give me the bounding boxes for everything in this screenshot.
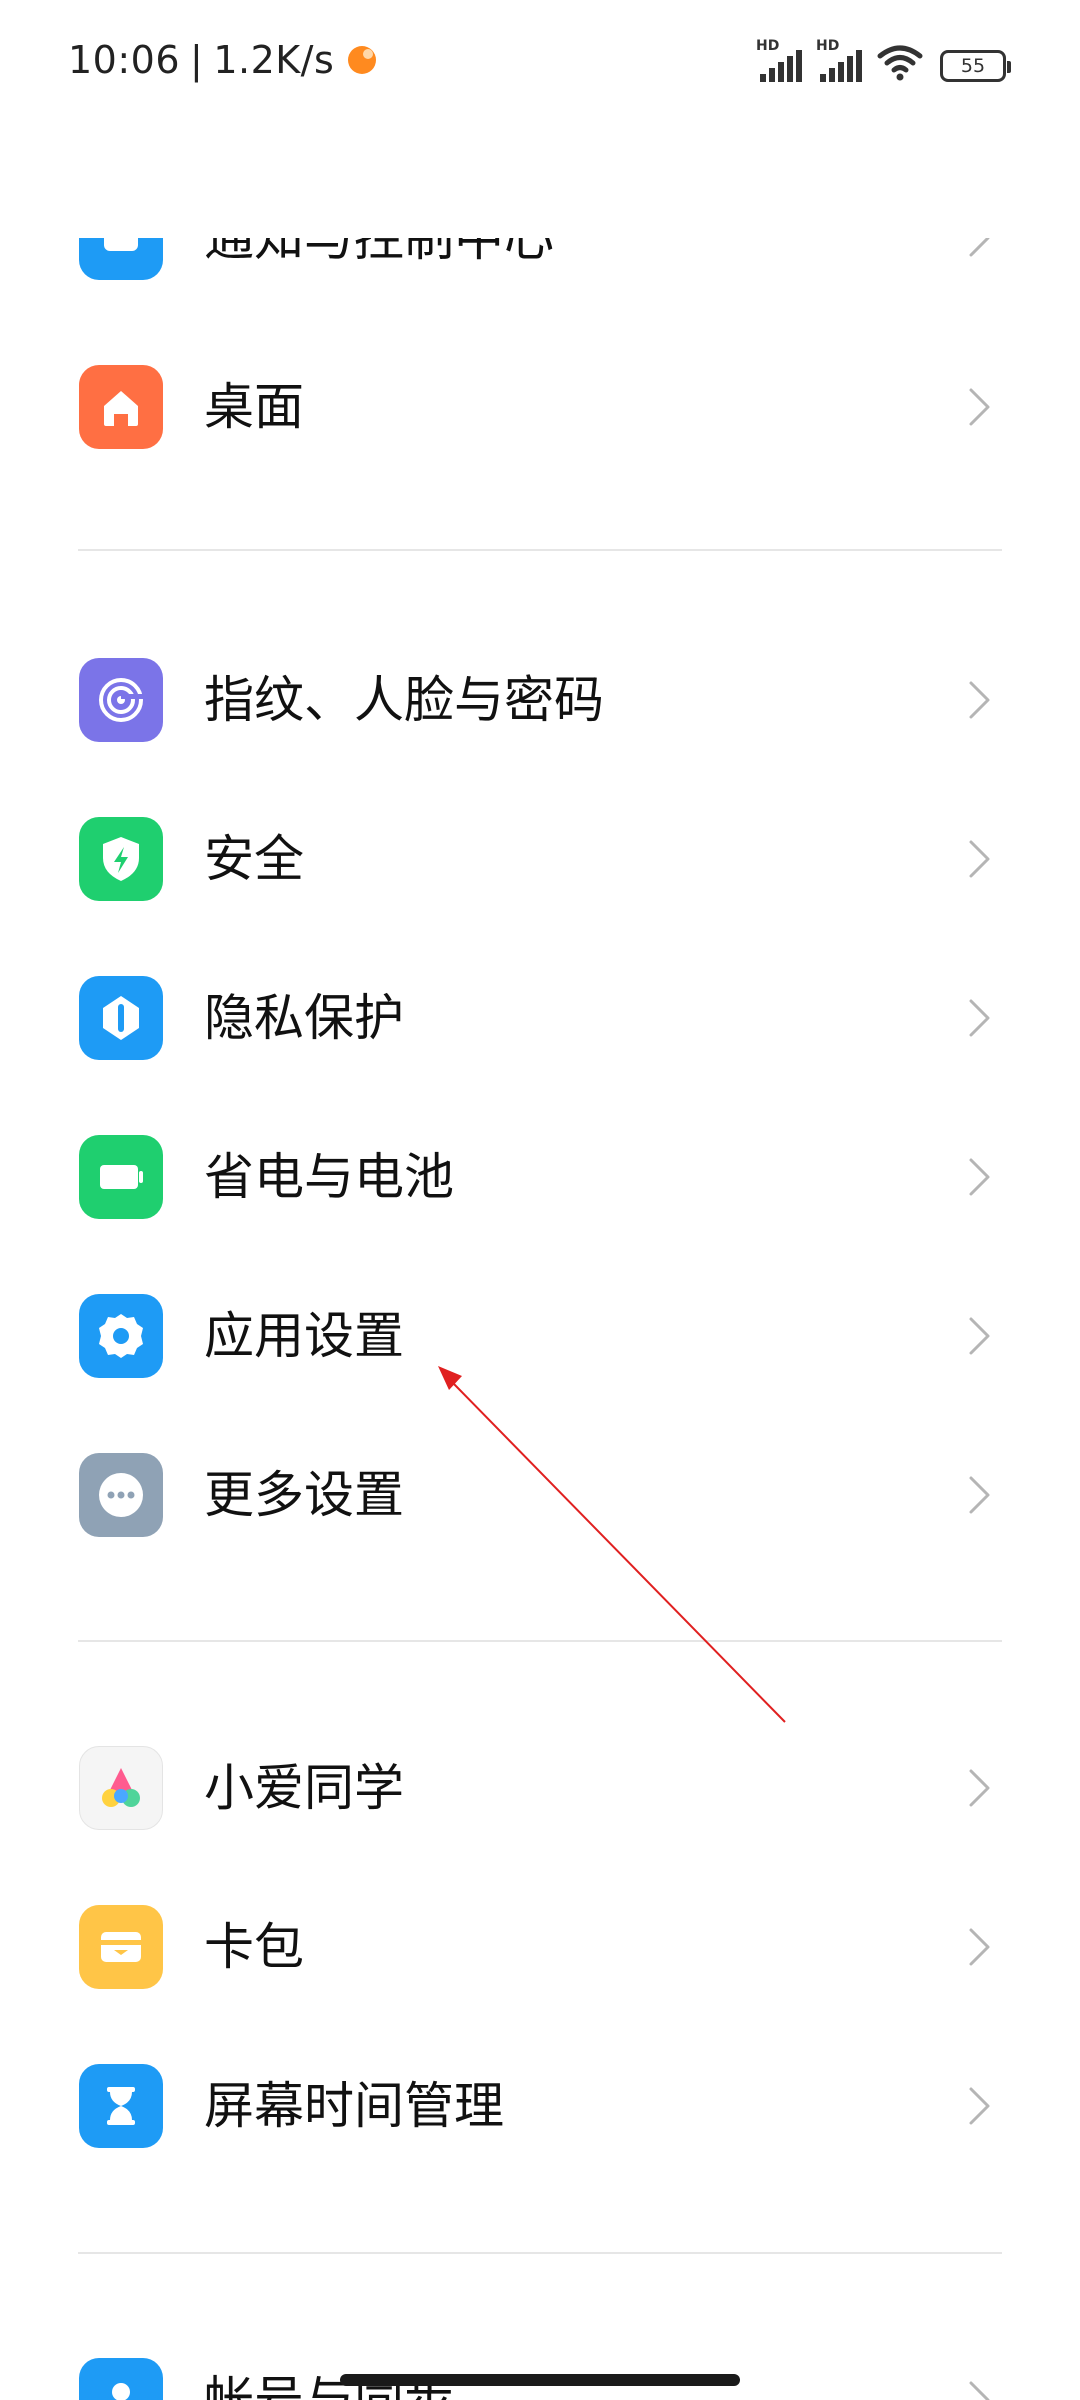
- settings-item-label: 指纹、人脸与密码: [204, 671, 604, 729]
- chevron-right-icon: [969, 388, 990, 426]
- settings-item-xiaoai[interactable]: 小爱同学: [0, 1718, 1080, 1858]
- account-icon: [79, 2358, 163, 2400]
- privacy-icon: [79, 976, 163, 1060]
- settings-item-privacy[interactable]: 隐私保护: [0, 948, 1080, 1088]
- settings-item-fingerprint-face-password[interactable]: 指纹、人脸与密码: [0, 630, 1080, 770]
- settings-item-battery[interactable]: 省电与电池: [0, 1107, 1080, 1247]
- settings-item-screen-time[interactable]: 屏幕时间管理: [0, 2036, 1080, 2176]
- chevron-right-icon: [969, 1317, 990, 1355]
- settings-item-label: 省电与电池: [204, 1148, 454, 1206]
- settings-item-label: 卡包: [204, 1918, 304, 1976]
- home-indicator[interactable]: [340, 2374, 740, 2386]
- settings-item-security[interactable]: 安全: [0, 789, 1080, 929]
- chevron-right-icon: [969, 238, 990, 257]
- settings-item-label: 桌面: [204, 378, 304, 436]
- notification-icon: [79, 238, 163, 280]
- settings-item-label: 隐私保护: [204, 989, 404, 1047]
- settings-item-label: 通知与控制中心: [204, 209, 554, 267]
- settings-item-notification-control[interactable]: 通知与控制中心: [0, 209, 1080, 308]
- wallet-icon: [79, 1905, 163, 1989]
- xiaoai-icon: [79, 1746, 163, 1830]
- section-divider: [78, 549, 1002, 551]
- settings-item-wallet[interactable]: 卡包: [0, 1877, 1080, 2017]
- section-divider: [78, 2252, 1002, 2254]
- chevron-right-icon: [969, 840, 990, 878]
- settings-item-desktop[interactable]: 桌面: [0, 337, 1080, 477]
- section-divider: [78, 1640, 1002, 1642]
- gear-icon: [79, 1294, 163, 1378]
- chevron-right-icon: [969, 999, 990, 1037]
- chevron-right-icon: [969, 681, 990, 719]
- chevron-right-icon: [969, 1476, 990, 1514]
- chevron-right-icon: [969, 2381, 990, 2400]
- chevron-right-icon: [969, 1928, 990, 1966]
- settings-item-label: 更多设置: [204, 1466, 404, 1524]
- fingerprint-icon: [79, 658, 163, 742]
- settings-item-app-settings[interactable]: 应用设置: [0, 1266, 1080, 1406]
- settings-item-label: 屏幕时间管理: [204, 2077, 504, 2135]
- shield-icon: [79, 817, 163, 901]
- hourglass-icon: [79, 2064, 163, 2148]
- settings-item-account-sync[interactable]: 帐号与同步: [0, 2330, 1080, 2400]
- settings-item-label: 应用设置: [204, 1307, 404, 1365]
- chevron-right-icon: [969, 1769, 990, 1807]
- battery-saver-icon: [79, 1135, 163, 1219]
- settings-item-more-settings[interactable]: 更多设置: [0, 1425, 1080, 1565]
- chevron-right-icon: [969, 2087, 990, 2125]
- more-icon: [79, 1453, 163, 1537]
- settings-item-label: 帐号与同步: [204, 2371, 454, 2400]
- settings-item-label: 小爱同学: [204, 1759, 404, 1817]
- settings-item-label: 安全: [204, 830, 304, 888]
- home-icon: [79, 365, 163, 449]
- settings-list: 通知与控制中心 桌面 指纹、人脸与密码 安全 隐私保护 省电与电池 应用设置 更…: [0, 0, 1080, 2400]
- chevron-right-icon: [969, 1158, 990, 1196]
